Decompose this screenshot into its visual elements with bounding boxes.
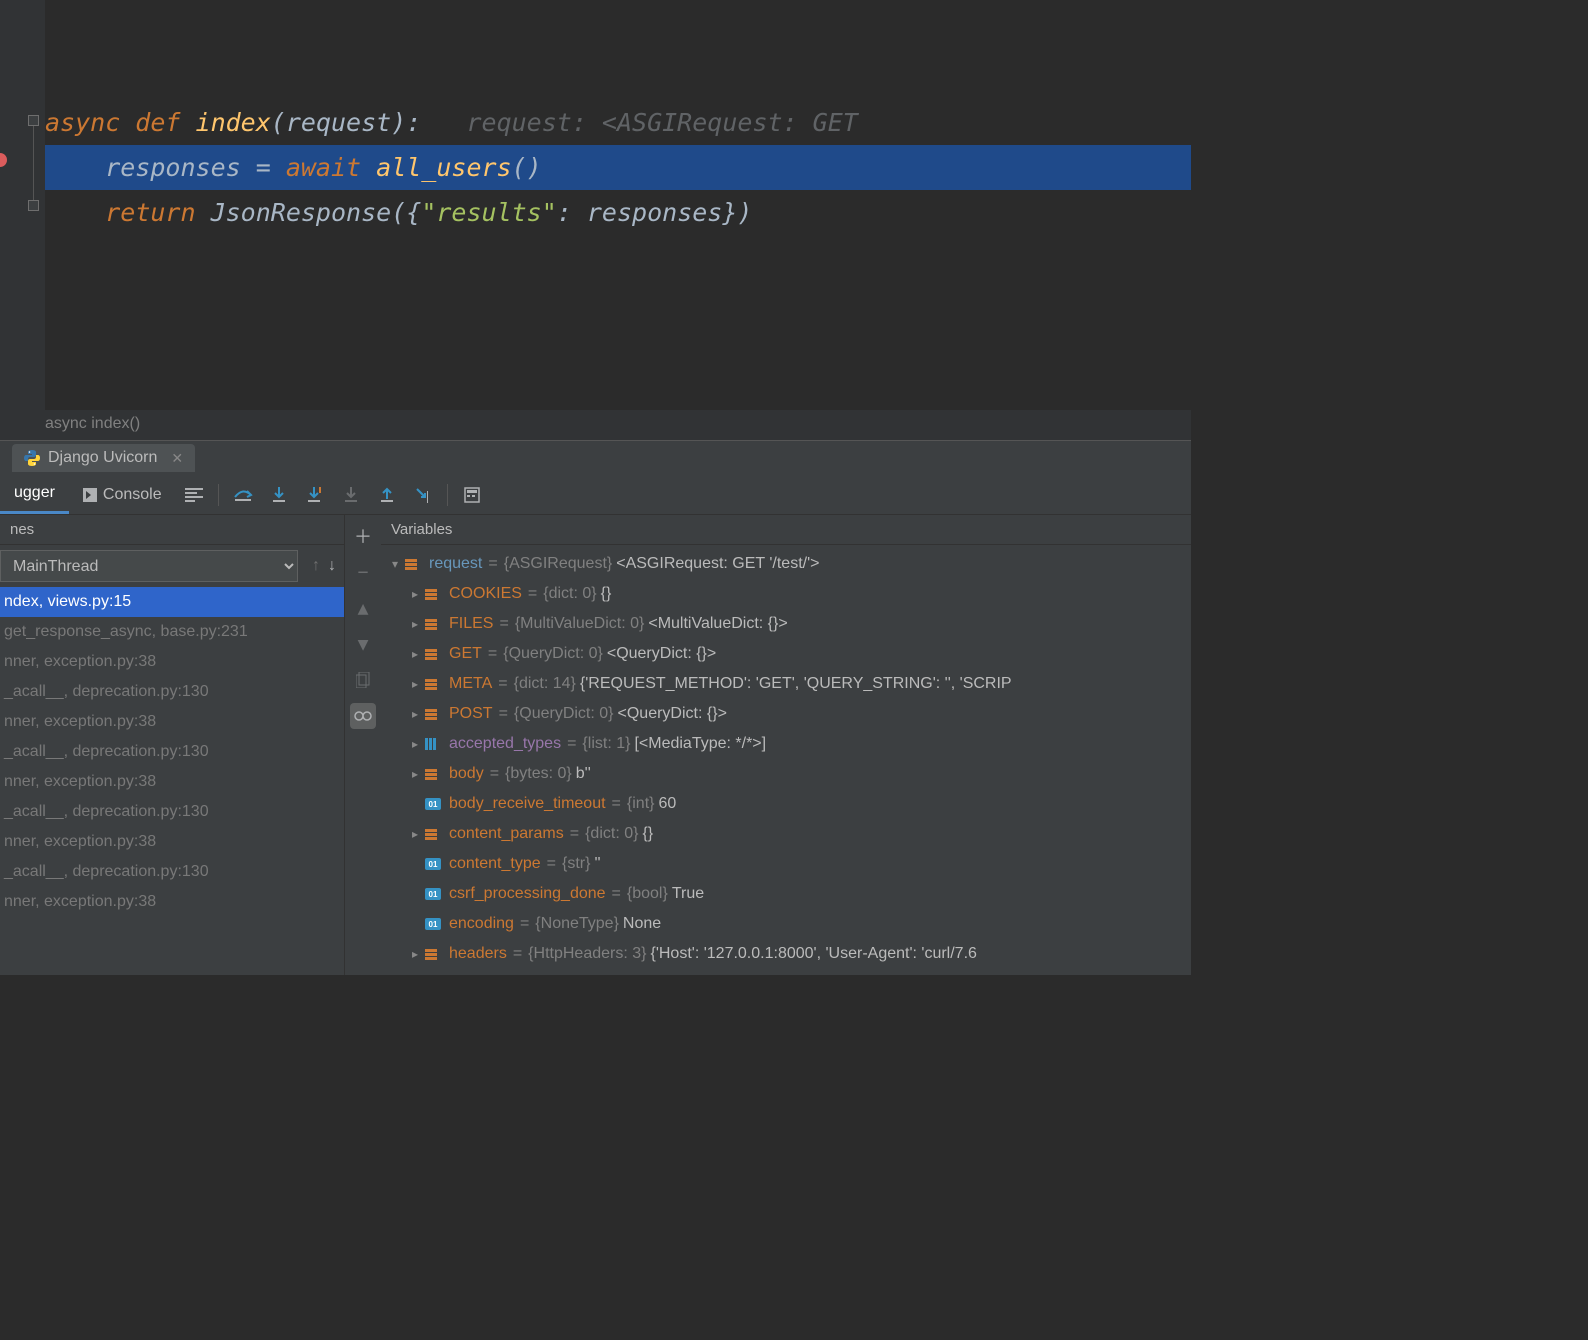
variable-row[interactable]: ▸POST = {QueryDict: 0} <QueryDict: {}>: [381, 699, 1191, 729]
stack-frame[interactable]: _acall__, deprecation.py:130: [0, 797, 344, 827]
stack-frame[interactable]: nner, exception.py:38: [0, 887, 344, 917]
watches-view-icon[interactable]: [350, 703, 376, 729]
variable-row[interactable]: 01csrf_processing_done = {bool} True: [381, 879, 1191, 909]
breakpoint-icon[interactable]: [0, 153, 7, 167]
gutter: [0, 0, 45, 440]
thread-dump-icon[interactable]: [179, 480, 209, 510]
variable-row[interactable]: ▾request = {ASGIRequest} <ASGIRequest: G…: [381, 549, 1191, 579]
step-into-my-code-icon[interactable]: [300, 480, 330, 510]
variable-row[interactable]: ▸content_params = {dict: 0} {}: [381, 819, 1191, 849]
debug-toolbar: ugger Console: [0, 475, 1191, 515]
thread-selector[interactable]: MainThread: [0, 550, 298, 582]
variable-tree[interactable]: ▾request = {ASGIRequest} <ASGIRequest: G…: [381, 545, 1191, 975]
stack-frame[interactable]: nner, exception.py:38: [0, 647, 344, 677]
stack-frame[interactable]: nner, exception.py:38: [0, 827, 344, 857]
remove-watch-icon[interactable]: −: [350, 559, 376, 585]
step-over-icon[interactable]: [228, 480, 258, 510]
evaluate-expression-icon[interactable]: [457, 480, 487, 510]
console-tab[interactable]: Console: [69, 477, 176, 513]
frames-panel: nes MainThread ↑ ↓ ndex, views.py:15get_…: [0, 515, 345, 975]
side-toolbar: ＋ − ▲ ▼: [345, 515, 381, 975]
run-config-tab[interactable]: Django Uvicorn ✕: [12, 444, 195, 472]
stack-frame[interactable]: ndex, views.py:15: [0, 587, 344, 617]
force-step-into-icon[interactable]: [336, 480, 366, 510]
debugger-tab[interactable]: ugger: [0, 475, 69, 514]
variable-row[interactable]: ▸body = {bytes: 0} b'': [381, 759, 1191, 789]
next-frame-icon[interactable]: ↓: [328, 557, 336, 575]
stack-frame[interactable]: _acall__, deprecation.py:130: [0, 737, 344, 767]
code-line[interactable]: responses = await all_users(): [45, 145, 1191, 190]
run-tab-bar: Django Uvicorn ✕: [0, 440, 1191, 475]
stack-frame[interactable]: nner, exception.py:38: [0, 767, 344, 797]
prev-frame-icon[interactable]: ↑: [312, 557, 320, 575]
code-editor[interactable]: async def index(request): request: <ASGI…: [0, 0, 1191, 440]
step-into-icon[interactable]: [264, 480, 294, 510]
run-to-cursor-icon[interactable]: [408, 480, 438, 510]
step-out-icon[interactable]: [372, 480, 402, 510]
code-line[interactable]: async def index(request): request: <ASGI…: [45, 100, 1191, 145]
console-icon: [83, 488, 97, 502]
stack-frame[interactable]: _acall__, deprecation.py:130: [0, 677, 344, 707]
copy-icon[interactable]: [350, 667, 376, 693]
variable-row[interactable]: ▸META = {dict: 14} {'REQUEST_METHOD': 'G…: [381, 669, 1191, 699]
variables-header: Variables: [381, 515, 1191, 545]
code-line[interactable]: return JsonResponse({"results": response…: [45, 190, 1191, 235]
frame-list[interactable]: ndex, views.py:15get_response_async, bas…: [0, 587, 344, 975]
down-icon[interactable]: ▼: [350, 631, 376, 657]
close-icon[interactable]: ✕: [171, 450, 183, 467]
variable-row[interactable]: ▸FILES = {MultiValueDict: 0} <MultiValue…: [381, 609, 1191, 639]
variable-row[interactable]: 01body_receive_timeout = {int} 60: [381, 789, 1191, 819]
stack-frame[interactable]: _acall__, deprecation.py:130: [0, 857, 344, 887]
variable-row[interactable]: ▸accepted_types = {list: 1} [<MediaType:…: [381, 729, 1191, 759]
variable-row[interactable]: ▸COOKIES = {dict: 0} {}: [381, 579, 1191, 609]
run-config-label: Django Uvicorn: [48, 449, 157, 467]
stack-frame[interactable]: get_response_async, base.py:231: [0, 617, 344, 647]
variables-panel: Variables ▾request = {ASGIRequest} <ASGI…: [381, 515, 1191, 975]
python-icon: [24, 450, 40, 466]
fold-handle[interactable]: [28, 200, 39, 211]
variable-row[interactable]: ▸headers = {HttpHeaders: 3} {'Host': '12…: [381, 939, 1191, 969]
variable-row[interactable]: ▸GET = {QueryDict: 0} <QueryDict: {}>: [381, 639, 1191, 669]
frames-header: nes: [0, 515, 344, 545]
add-watch-icon[interactable]: ＋: [350, 523, 376, 549]
fold-handle[interactable]: [28, 115, 39, 126]
up-icon[interactable]: ▲: [350, 595, 376, 621]
breadcrumb[interactable]: async index(): [0, 410, 1191, 440]
variable-row[interactable]: 01encoding = {NoneType} None: [381, 909, 1191, 939]
variable-row[interactable]: 01content_type = {str} '': [381, 849, 1191, 879]
stack-frame[interactable]: nner, exception.py:38: [0, 707, 344, 737]
